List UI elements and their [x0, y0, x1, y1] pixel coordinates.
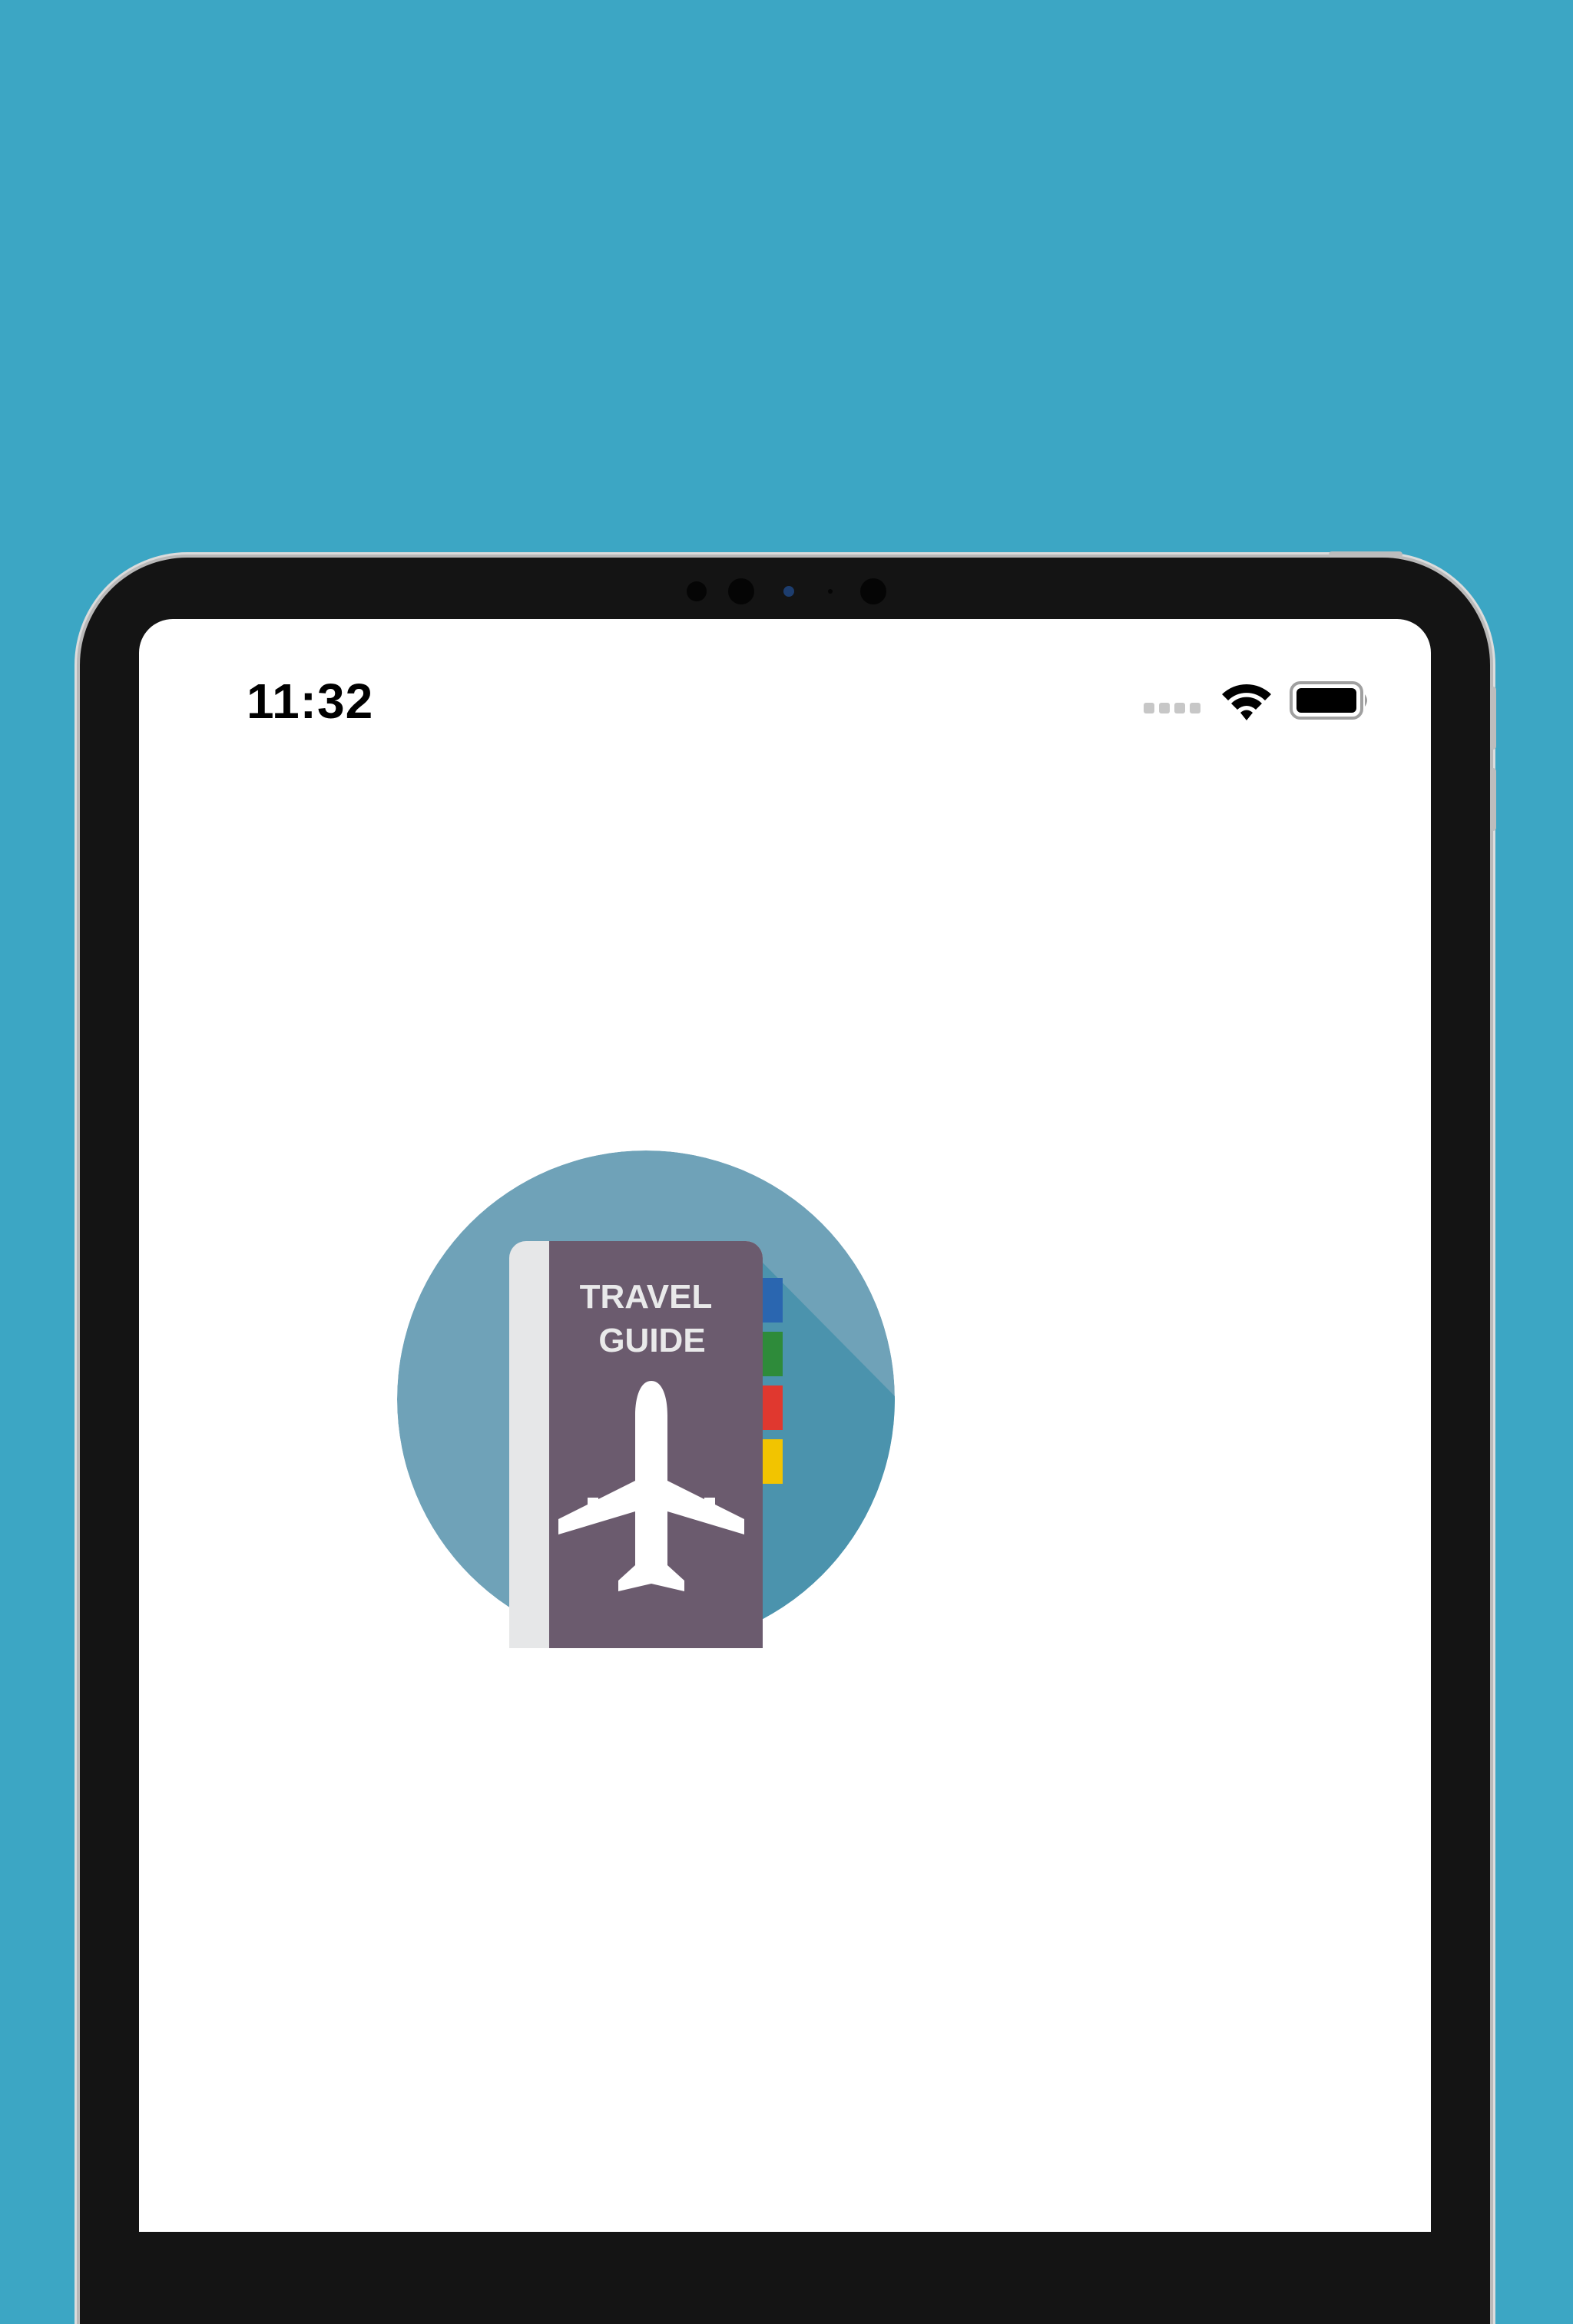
status-icons: [1144, 679, 1369, 722]
sensor-dot: [860, 578, 886, 604]
volume-down-button: [1490, 768, 1496, 831]
tab-red: [763, 1385, 783, 1430]
app-logo: TRAVEL GUIDE: [397, 1150, 895, 1671]
top-button: [1329, 551, 1402, 558]
logo-title-line2: GUIDE: [598, 1322, 705, 1359]
tab-yellow: [763, 1439, 783, 1484]
status-time: 11:32: [247, 674, 374, 729]
volume-up-button: [1490, 687, 1496, 750]
sensor-dot: [828, 589, 833, 594]
cellular-signal-icon: [1144, 703, 1200, 713]
tab-blue: [763, 1278, 783, 1323]
sensor-dot: [687, 581, 707, 601]
logo-title-line1: TRAVEL: [580, 1278, 713, 1316]
sensor-dot: [728, 578, 754, 604]
wifi-icon: [1222, 684, 1271, 720]
travel-guide-logo: TRAVEL GUIDE: [397, 1150, 895, 1671]
battery-icon: [1290, 681, 1367, 720]
front-camera: [783, 586, 794, 597]
camera-housing: [80, 576, 1490, 607]
tab-green: [763, 1332, 783, 1376]
